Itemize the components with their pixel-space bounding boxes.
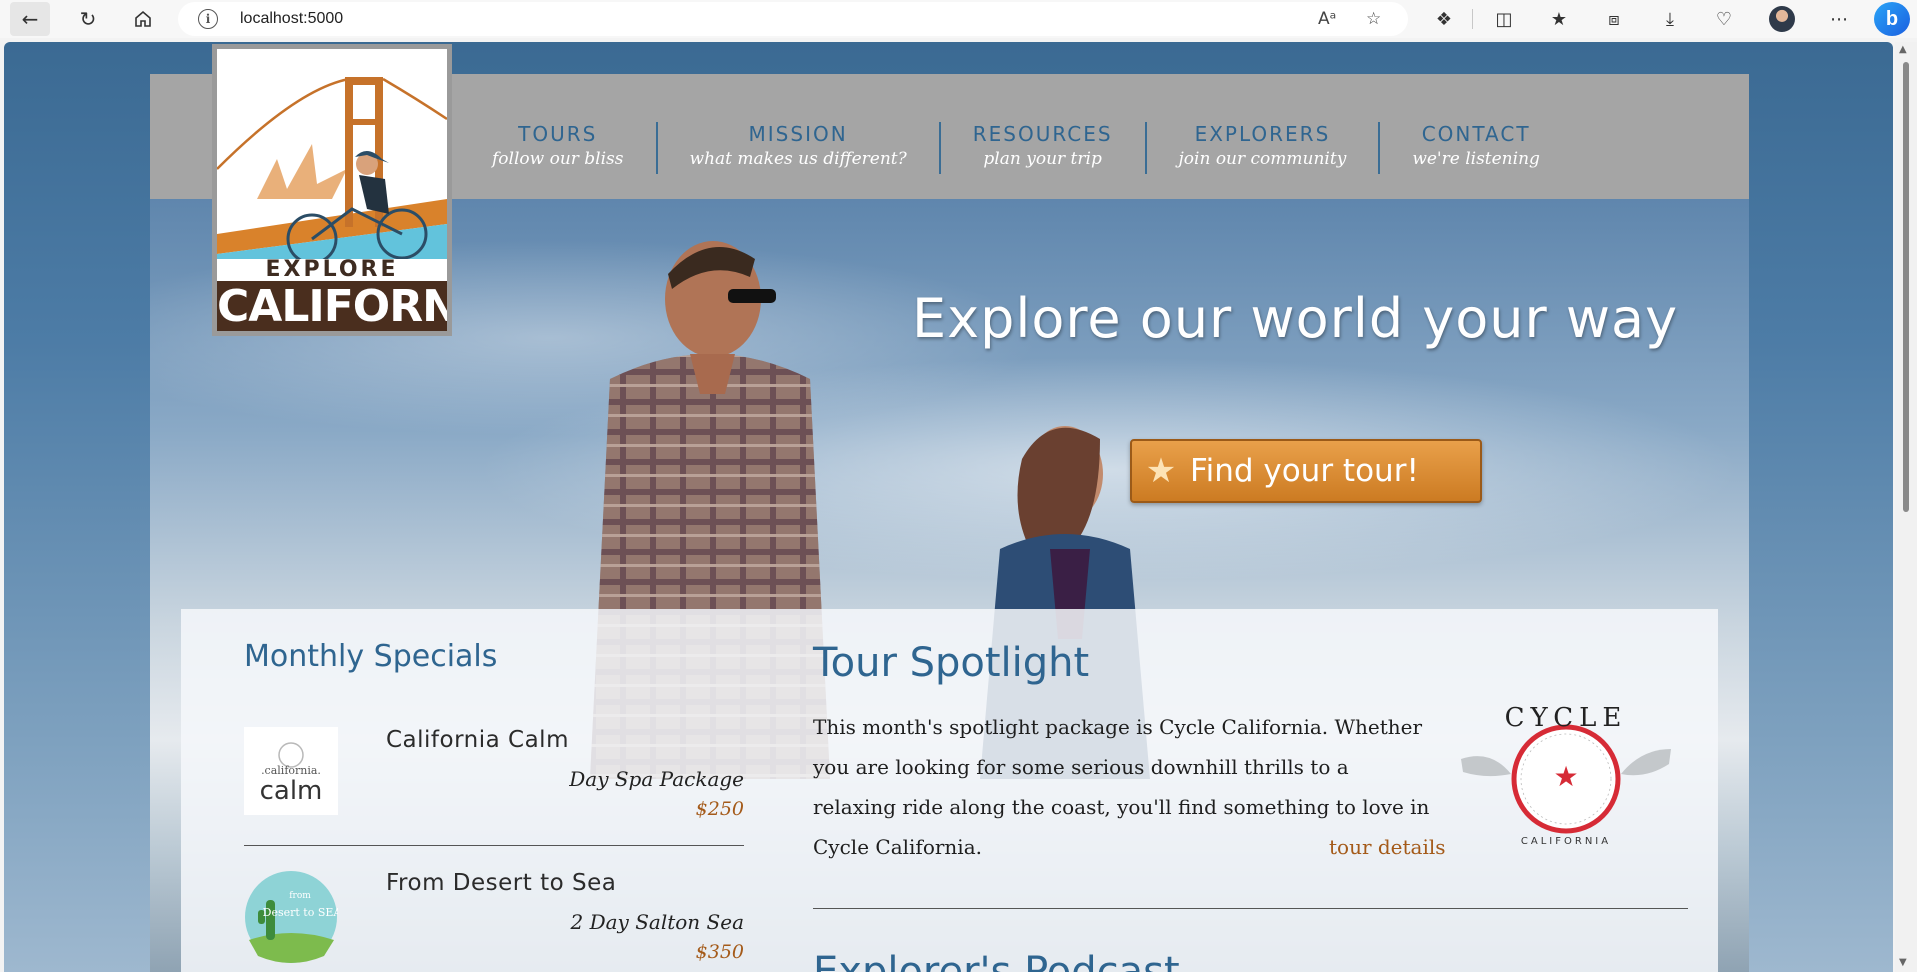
nav-item-explorers[interactable]: EXPLORERS join our community	[1144, 122, 1379, 174]
web-viewport: TOURS follow our bliss MISSION what make…	[4, 42, 1893, 972]
arrow-left-icon: ←	[21, 7, 39, 31]
scroll-up-icon[interactable]: ▲	[1899, 44, 1907, 55]
more-menu-icon[interactable]: ⋯	[1825, 6, 1853, 32]
content-panel: Monthly Specials .california. calm Calif…	[181, 609, 1718, 972]
page-scrollbar[interactable]: ▲ ▼	[1895, 42, 1917, 972]
favorite-star-icon[interactable]: ☆	[1366, 9, 1381, 29]
site-logo[interactable]: EXPLORE CALIFORNIA	[212, 44, 452, 336]
nav-title[interactable]: RESOURCES	[973, 122, 1113, 146]
nav-title[interactable]: MISSION	[690, 122, 907, 146]
star-icon: ★	[1145, 451, 1177, 491]
back-button[interactable]: ←	[10, 2, 50, 36]
thumb-main-text: calm	[260, 776, 323, 806]
california-calm-thumbnail[interactable]: .california. calm	[244, 727, 338, 815]
special-package: 2 Day Salton Sea	[570, 910, 745, 934]
downloads-icon[interactable]: ⤓	[1656, 6, 1684, 32]
tour-details-link[interactable]: tour details	[1329, 835, 1446, 859]
profile-avatar[interactable]	[1769, 6, 1795, 32]
home-icon	[135, 10, 151, 27]
nav-item-tours[interactable]: TOURS follow our bliss	[460, 122, 656, 174]
hero-heading: Explore our world your way	[912, 287, 1679, 350]
reload-button[interactable]: ↻	[68, 2, 108, 36]
nav-subtitle[interactable]: we're listening	[1412, 146, 1540, 172]
split-screen-icon[interactable]: ◫	[1490, 6, 1518, 32]
star-icon: ★	[1553, 760, 1578, 793]
page-container: TOURS follow our bliss MISSION what make…	[150, 44, 1749, 972]
nav-item-contact[interactable]: CONTACT we're listening	[1378, 122, 1572, 174]
cycle-california-logo: ★ CYCLE CALIFORNIA	[1461, 704, 1671, 847]
special-divider	[244, 845, 744, 846]
scroll-thumb[interactable]	[1903, 62, 1909, 512]
find-tour-label[interactable]: Find your tour!	[1190, 453, 1419, 489]
monthly-specials-heading: Monthly Specials	[244, 639, 498, 674]
logo-california-text: CALIFORNIA	[217, 281, 447, 331]
browser-toolbar: ← ↻ i localhost:5000 Aᵃ ☆ ❖ ◫ ★ ⧈ ⤓ ♡ ⋯ …	[0, 0, 1917, 38]
logo-explore-text: EXPLORE	[265, 257, 399, 282]
reload-icon: ↻	[79, 7, 97, 31]
special-price: $350	[695, 941, 744, 963]
cycle-logo-top-text: CYCLE	[1505, 704, 1628, 733]
nav-item-mission[interactable]: MISSION what makes us different?	[655, 122, 939, 174]
special-name[interactable]: California Calm	[386, 727, 569, 753]
extensions-icon[interactable]: ❖	[1430, 6, 1458, 32]
collections-icon[interactable]: ⧈	[1600, 6, 1628, 32]
nav-subtitle[interactable]: plan your trip	[973, 146, 1113, 172]
toolbar-divider	[1472, 9, 1473, 29]
spotlight-divider	[813, 908, 1688, 909]
nav-subtitle[interactable]: what makes us different?	[690, 146, 907, 172]
logo-artwork	[217, 49, 447, 259]
main-nav: TOURS follow our bliss MISSION what make…	[460, 122, 1572, 174]
nav-subtitle[interactable]: follow our bliss	[492, 146, 624, 172]
address-url[interactable]: localhost:5000	[240, 10, 343, 28]
nav-subtitle[interactable]: join our community	[1179, 146, 1347, 172]
browser-essentials-icon[interactable]: ♡	[1710, 6, 1738, 32]
nav-title[interactable]: EXPLORERS	[1179, 122, 1347, 146]
site-info-icon[interactable]: i	[198, 9, 218, 29]
find-tour-button[interactable]: ★ Find your tour!	[1130, 439, 1482, 503]
tour-spotlight-heading: Tour Spotlight	[813, 640, 1090, 686]
favorites-icon[interactable]: ★	[1545, 6, 1573, 32]
address-bar[interactable]: i localhost:5000 Aᵃ ☆	[178, 2, 1408, 36]
nav-title[interactable]: CONTACT	[1412, 122, 1540, 146]
read-aloud-icon[interactable]: Aᵃ	[1318, 9, 1336, 29]
scroll-down-icon[interactable]: ▼	[1899, 957, 1907, 968]
special-price: $250	[695, 798, 744, 820]
thumb-main-text: Desert to SEA	[263, 906, 338, 919]
copilot-icon[interactable]: b	[1874, 2, 1910, 36]
podcast-heading: Explorer's Podcast	[813, 949, 1180, 972]
nav-title[interactable]: TOURS	[492, 122, 624, 146]
desert-to-sea-thumbnail[interactable]: from Desert to SEA	[244, 870, 342, 963]
home-button[interactable]	[123, 2, 163, 36]
thumb-top-text: from	[289, 891, 311, 901]
special-package: Day Spa Package	[569, 767, 744, 791]
nav-item-resources[interactable]: RESOURCES plan your trip	[938, 122, 1145, 174]
special-name[interactable]: From Desert to Sea	[386, 870, 616, 896]
cycle-logo-bottom-text: CALIFORNIA	[1521, 836, 1611, 847]
